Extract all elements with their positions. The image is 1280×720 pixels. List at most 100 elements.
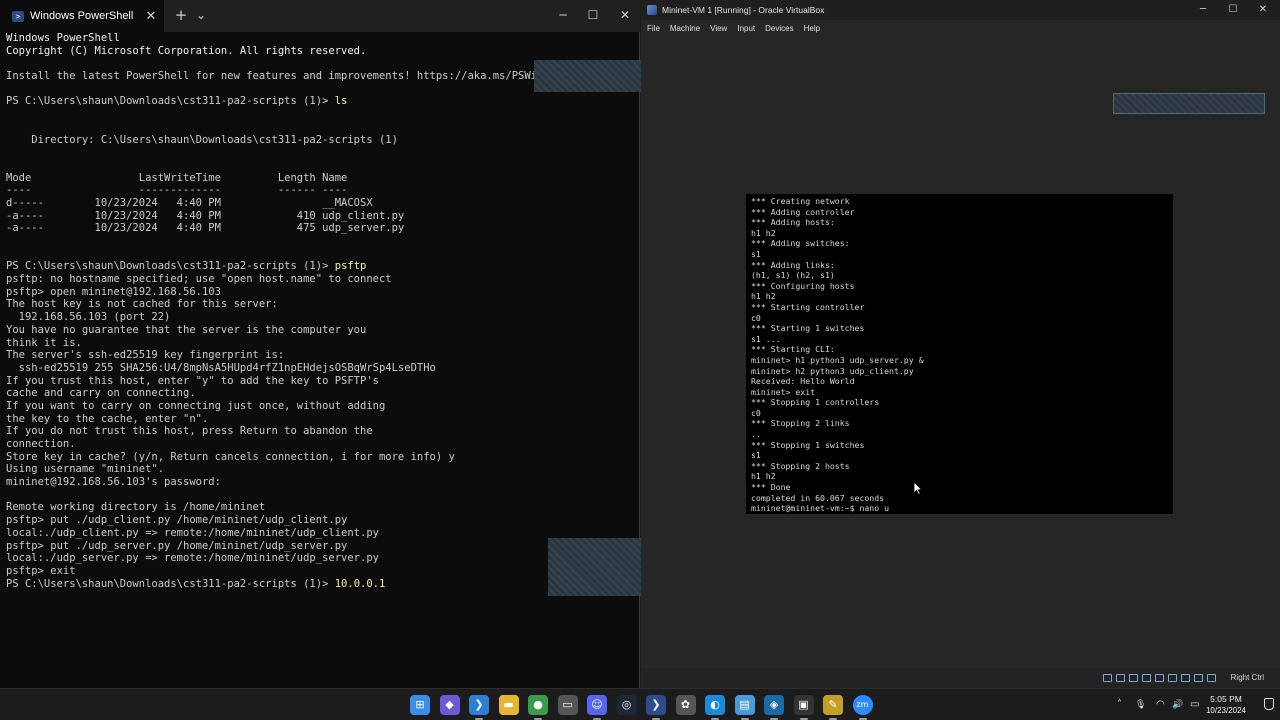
powershell-tab[interactable]: > Windows PowerShell ✕ [0,0,164,32]
taskbar-zoom-icon[interactable]: zm [852,695,873,720]
optical-drive-icon[interactable] [1116,674,1125,682]
terminal-line: Copyright (C) Microsoft Corporation. All… [6,44,367,57]
terminal-line: PS C:\Users\shaun\Downloads\cst311-pa2-s… [6,578,636,591]
prompt: PS C:\Users\shaun\Downloads\cst311-pa2-s… [6,95,335,108]
console-line: mininet@mininet-vm:~$ nano u [751,503,890,514]
terminal-line: psftp: no hostname specified; use "open … [6,273,392,286]
mouse-cursor-icon [913,481,923,495]
terminal-line: Store key in cache? (y/n, Return cancels… [6,450,455,463]
terminal-line: -a---- 10/23/2024 4:40 PM 475 udp_server… [6,222,405,235]
speaker-icon[interactable]: 🔊 [1172,699,1183,711]
vm-console[interactable]: *** Creating network *** Adding controlle… [746,194,1173,514]
terminal-line: think it is. [6,336,82,349]
taskbar-settings-icon[interactable]: ✿ [675,695,696,715]
terminal-line: ---- ------------- ------ ---- [6,184,348,197]
minimize-button[interactable]: ─ [548,0,578,32]
console-line: *** Starting 1 switches [751,323,865,334]
terminal-line: local:./udp_client.py => remote:/home/mi… [6,526,379,539]
terminal-line: The host key is not cached for this serv… [6,298,278,311]
menu-machine[interactable]: Machine [670,24,700,33]
clock-time: 5:05 PM [1210,694,1242,704]
terminal-line: cache and carry on connecting. [6,387,196,400]
taskbar-steam-icon[interactable]: ◎ [616,695,637,715]
tab-dropdown-button[interactable]: ⌄ [186,0,216,32]
menu-file[interactable]: File [647,24,660,33]
terminal-line: PS C:\Users\shaun\Downloads\cst311-pa2-s… [6,95,636,108]
taskbar-discord-icon[interactable]: ☺ [587,695,607,720]
maximize-button[interactable]: ☐ [578,0,608,32]
vb-close-button[interactable]: ✕ [1246,0,1280,20]
console-line: mininet> h2 python3 udp_client.py [751,365,914,376]
terminal-line: Windows PowerShell [6,32,120,44]
console-line: h1 h2 [751,291,776,302]
terminal-line: psftp> open mininet@192.168.56.103 [6,285,221,298]
menu-devices[interactable]: Devices [765,24,793,33]
taskbar-vscode-icon[interactable]: ❯ [469,695,489,720]
console-line: .. [751,429,761,440]
mouse-integration-icon[interactable] [1207,674,1216,682]
taskbar-paint-icon[interactable]: ✎ [823,695,843,720]
close-button[interactable]: ✕ [610,0,640,32]
network-icon[interactable] [1142,674,1151,682]
console-line: mininet> h1 python3 udp_server.py & [751,354,924,365]
console-line: *** Starting controller [751,301,865,312]
vm-display-area[interactable]: *** Creating network *** Adding controlle… [641,36,1280,668]
virtualbox-menubar: File Machine View Input Devices Help [641,20,1280,36]
recording-icon[interactable] [1194,674,1203,682]
console-line: completed in 60.067 seconds [751,492,885,503]
console-line: *** Configuring hosts [751,280,855,291]
usb-icon[interactable] [1155,674,1164,682]
taskbar-powershell-icon[interactable]: ❯ [646,695,666,720]
display-icon[interactable] [1181,674,1190,682]
tab-close-icon[interactable]: ✕ [142,9,160,24]
console-line: h1 h2 [751,471,776,482]
vb-minimize-button[interactable]: ─ [1186,0,1220,20]
terminal-output[interactable]: Windows PowerShell Copyright (C) Microsof… [6,32,636,682]
powershell-titlebar: > Windows PowerShell ✕ + ⌄ ─ ☐ ✕ [0,0,640,32]
prompt: PS C:\Users\shaun\Downloads\cst311-pa2-s… [6,577,335,590]
taskbar-terminal-icon[interactable]: ▣ [793,695,814,720]
terminal-line: local:./udp_server.py => remote:/home/mi… [6,552,379,565]
tray-chevron-icon[interactable]: ˄ [1117,699,1122,711]
taskbar-task-view-icon[interactable]: ▭ [557,695,578,715]
terminal-line: Using username "mininet". [6,463,165,476]
menu-input[interactable]: Input [737,24,755,33]
typed-command: psftp [334,260,367,273]
console-line: *** Stopping 1 controllers [751,397,880,408]
taskbar-file-explorer-icon[interactable]: ▬ [498,695,519,715]
taskbar: ⊞ ◆ ❯ ▬ ● ▭ ☺ ◎ ❯ ✿ ◐ ▤ ◈ ▣ ✎ zm ˄ 🎙 ◠ 🔊 ▭ 5:05 PM 10/2… [0,688,1280,720]
typed-command: ls [334,95,348,108]
wifi-icon[interactable]: ◠ [1156,699,1165,711]
vb-maximize-button[interactable]: ☐ [1216,0,1250,20]
menu-help[interactable]: Help [804,24,820,33]
terminal-line: Directory: C:\Users\shaun\Downloads\cst3… [6,133,398,146]
virtualbox-icon [647,5,657,15]
overlay-box [1113,93,1265,114]
audio-icon[interactable] [1129,674,1138,682]
terminal-line: Mode LastWriteTime Length Name [6,171,348,184]
console-line: *** Stopping 1 switches [751,439,865,450]
taskbar-copilot-icon[interactable]: ◆ [439,695,460,715]
notification-bell-icon[interactable] [1264,698,1274,710]
terminal-line: Remote working directory is /home/minine… [6,501,266,514]
console-line: mininet> exit [751,386,816,397]
taskbar-chrome-icon[interactable]: ● [528,695,548,720]
clock[interactable]: 5:05 PM 10/23/2024 [1196,694,1256,716]
taskbar-edge-icon[interactable]: ◐ [705,695,725,720]
microphone-icon[interactable]: 🎙 [1135,699,1146,711]
taskbar-virtualbox-icon[interactable]: ◈ [764,695,784,720]
hard-disk-icon[interactable] [1103,674,1112,682]
terminal-line: If you trust this host, enter "y" to add… [6,374,379,387]
console-line: *** Adding hosts: [751,217,835,228]
console-line: *** Adding controller [751,206,855,217]
terminal-line: the key to the cache, enter "n". [6,412,209,425]
taskbar-start-icon[interactable]: ⊞ [410,695,430,715]
console-line: c0 [751,312,761,323]
taskbar-notepad-icon[interactable]: ▤ [734,695,755,720]
menu-view[interactable]: View [710,24,727,33]
shared-folders-icon[interactable] [1168,674,1177,682]
console-line: h1 h2 [751,227,776,238]
